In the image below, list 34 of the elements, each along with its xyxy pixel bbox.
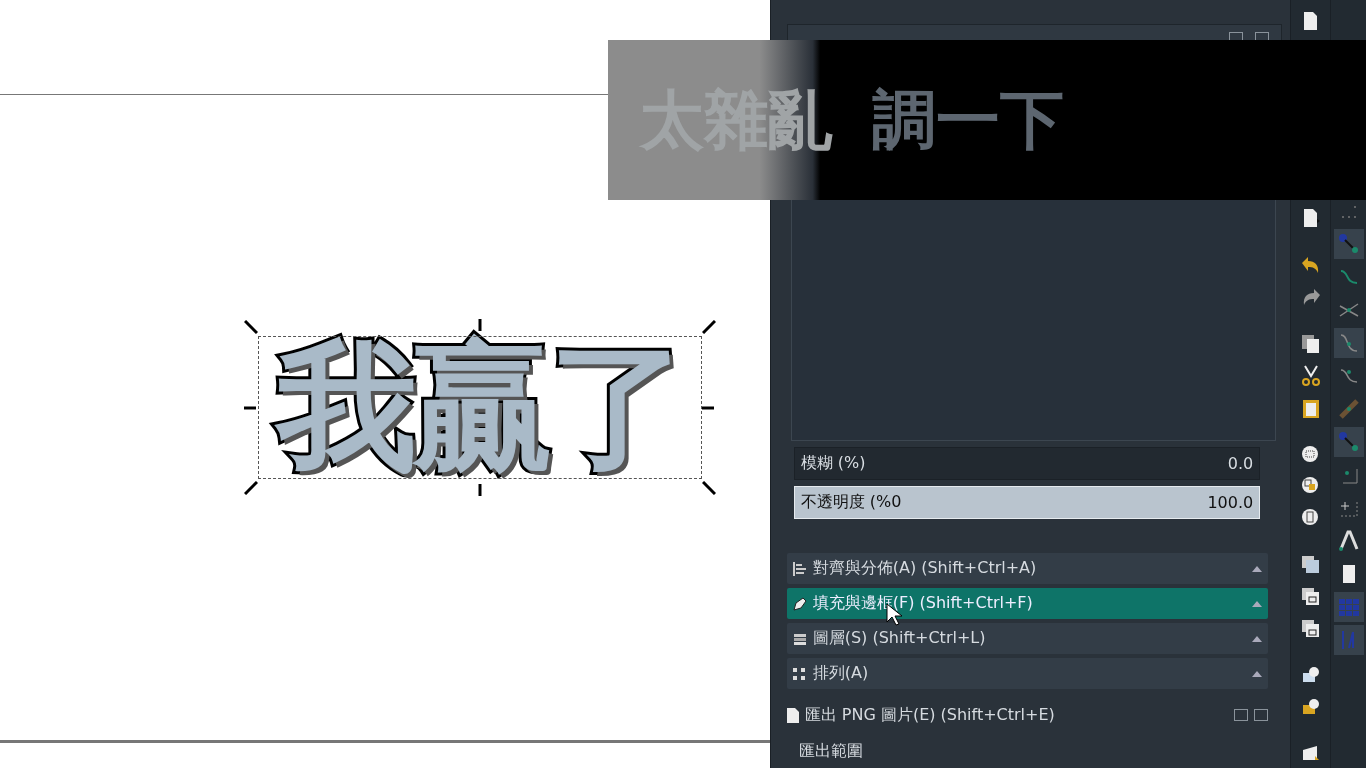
layers-icon [792,631,807,646]
snap-toggle[interactable] [1333,625,1364,655]
node-icon [1336,430,1361,454]
resize-handle-icon[interactable] [702,481,716,495]
dock-tab[interactable]: 對齊與分佈(A) (Shift+Ctrl+A) [786,553,1269,585]
caret-icon [1252,565,1263,572]
snap-toggle[interactable] [1333,328,1364,358]
grid-icon [792,666,807,681]
snap-toggle[interactable] [1333,592,1364,622]
document-icon [786,707,799,723]
letter-icon [1336,529,1361,553]
field-label: 不透明度 (%0 [800,492,902,514]
spin-field[interactable]: 不透明度 (%0 100.0 [793,486,1261,520]
field-label: 模糊 (%) [800,453,866,475]
caret-icon [1252,635,1263,642]
resize-handle-icon[interactable] [244,481,258,495]
dock-title: 匯出 PNG 圖片(E) (Shift+Ctrl+E) [804,704,1056,726]
field-value: 0.0 [1227,454,1254,474]
dock-tab[interactable]: 圖層(S) (Shift+Ctrl+L) [786,623,1269,655]
snap-toggle[interactable] [1333,427,1364,457]
spin-field[interactable]: 模糊 (%) 0.0 [793,447,1261,481]
dock-button[interactable] [1234,709,1249,722]
dock-tab[interactable]: 排列(A) [786,658,1269,690]
caret-icon [1252,670,1263,677]
align-icon [792,561,807,576]
field-value: 100.0 [1207,493,1254,513]
node-icon [1336,232,1361,256]
caption-text: 調一下 [872,81,1064,159]
resize-handle-icon[interactable] [244,320,258,334]
resize-handle-icon[interactable] [702,320,716,334]
caret-icon [1252,600,1263,607]
section-label: 匯出範圍 [797,740,864,762]
snap-toggle[interactable] [1333,229,1364,259]
pen-icon [792,596,807,611]
